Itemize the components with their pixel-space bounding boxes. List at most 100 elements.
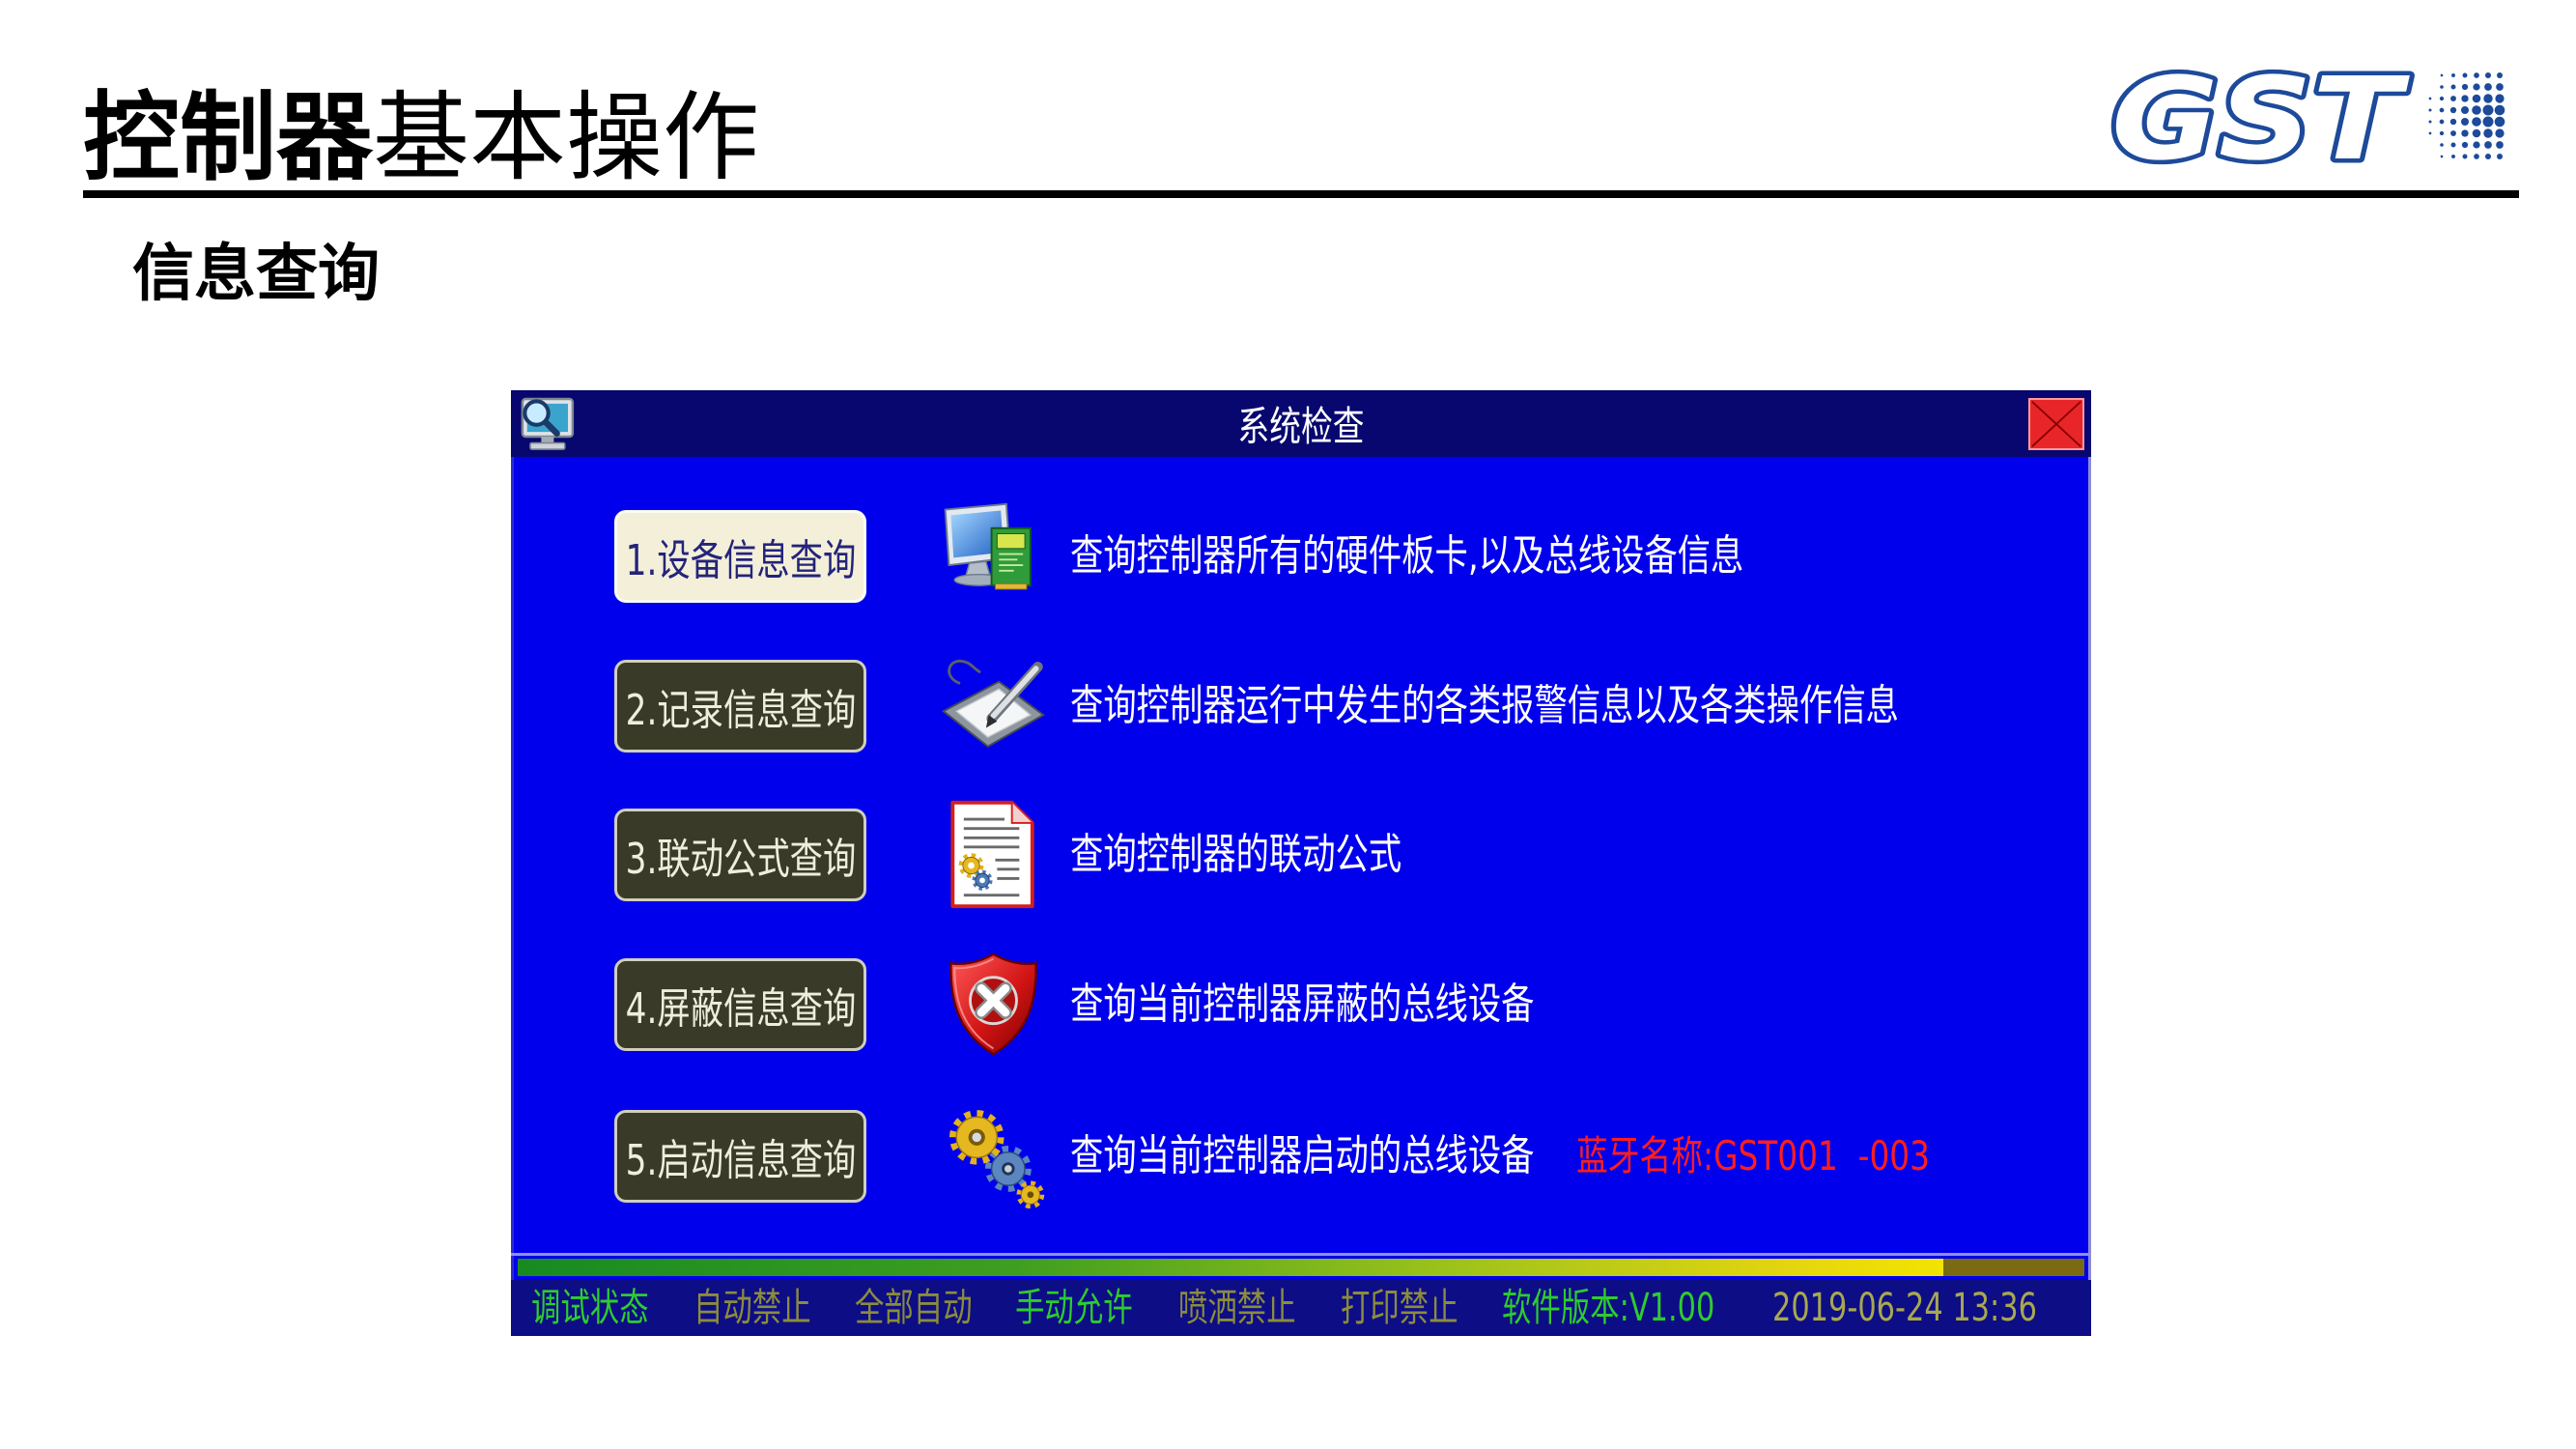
status-software-version: 软件版本:V1.00 <box>1502 1286 1715 1330</box>
shield-x-icon <box>938 949 1049 1060</box>
logo-dot <box>2461 83 2469 91</box>
bluetooth-name: 蓝牙名称:GST001 -003 <box>1576 1132 1930 1179</box>
logo-dot <box>2482 116 2494 128</box>
logo-dot <box>2449 106 2457 114</box>
logo-dot <box>2439 130 2445 136</box>
logo-dot <box>2450 142 2456 148</box>
logo-dot <box>2450 84 2456 90</box>
status-all-auto: 全部自动 <box>855 1286 973 1330</box>
logo-dot <box>2496 71 2504 79</box>
logo-dot <box>2428 120 2432 124</box>
section-subtitle: 信息查询 <box>132 239 380 310</box>
logo-dot <box>2472 94 2481 103</box>
logo-dot <box>2482 104 2494 116</box>
status-manual-allowed: 手动允许 <box>1015 1286 1133 1330</box>
progress-bar <box>518 1259 2084 1276</box>
record-info-query-description: 查询控制器运行中发生的各类报警信息以及各类操作信息 <box>1070 681 1899 730</box>
logo-dot <box>2439 119 2445 125</box>
status-debug-mode: 调试状态 <box>531 1286 649 1330</box>
logo-dot <box>2440 143 2444 147</box>
logo-dot <box>2484 83 2492 91</box>
shield-info-query-label: 4.屏蔽信息查询 <box>625 984 856 1034</box>
shield-info-query-description: 查询当前控制器屏蔽的总线设备 <box>1070 980 1535 1029</box>
record-info-query-button[interactable]: 2.记录信息查询 <box>614 660 866 753</box>
logo-dot <box>2461 118 2469 126</box>
slide-title-bold: 控制器 <box>83 81 373 194</box>
logo-dot <box>2484 71 2492 79</box>
logo-dot <box>2496 153 2504 160</box>
linkage-formula-query-label: 3.联动公式查询 <box>625 835 856 884</box>
slide-title: 控制器基本操作 <box>83 85 759 191</box>
logo-dot <box>2439 107 2445 113</box>
logo-dot <box>2439 96 2445 101</box>
status-divider <box>511 1253 2091 1256</box>
logo-dot <box>2461 129 2469 137</box>
logo-dot <box>2461 141 2469 149</box>
logo-dot <box>2462 154 2468 159</box>
status-auto-disabled: 自动禁止 <box>694 1286 811 1330</box>
gst-logo: GST <box>2108 48 2506 190</box>
logo-dot <box>2474 154 2479 159</box>
device-info-query-description: 查询控制器所有的硬件板卡,以及总线设备信息 <box>1070 531 1744 581</box>
status-spray-disabled: 喷洒禁止 <box>1178 1286 1296 1330</box>
logo-dot <box>2473 141 2480 149</box>
logo-dot <box>2496 83 2504 91</box>
logo-dot <box>2428 97 2432 100</box>
slide-title-regular: 基本操作 <box>373 81 759 194</box>
logo-dot <box>2440 73 2444 77</box>
logo-dot <box>2495 128 2505 138</box>
logo-dot <box>2451 155 2455 158</box>
linkage-formula-query-button[interactable]: 3.联动公式查询 <box>614 809 866 901</box>
start-info-query-button[interactable]: 5.启动信息查询 <box>614 1110 866 1203</box>
status-bar: 调试状态 自动禁止 全部自动 手动允许 喷洒禁止 打印禁止 软件版本:V1.00… <box>511 1280 2091 1336</box>
logo-dot <box>2494 104 2505 116</box>
logo-dot <box>2428 108 2432 112</box>
logo-dot <box>2440 85 2444 89</box>
device-info-query-label: 1.设备信息查询 <box>625 536 856 585</box>
gst-logo-graphic: GST <box>2108 48 2505 190</box>
window-title-area: 系统检查 <box>511 390 2091 457</box>
shield-info-query-button[interactable]: 4.屏蔽信息查询 <box>614 958 866 1051</box>
logo-dots <box>2428 71 2505 160</box>
logo-dot <box>2483 128 2493 138</box>
logo-dot <box>2484 141 2492 149</box>
computer-board-icon <box>938 500 1049 611</box>
status-datetime: 2019-06-24 13:36 <box>1772 1286 2037 1330</box>
logo-dot <box>2494 116 2505 128</box>
logo-dot <box>2461 95 2469 102</box>
logo-dot <box>2450 130 2456 136</box>
start-info-query-description: 查询当前控制器启动的总线设备 <box>1070 1131 1535 1180</box>
logo-dot <box>2449 118 2457 126</box>
logo-dot <box>2451 73 2455 77</box>
window-title: 系统检查 <box>1237 403 1365 450</box>
linkage-formula-query-description: 查询控制器的联动公式 <box>1070 830 1402 879</box>
window-titlebar: 系统检查 <box>511 390 2091 457</box>
close-button[interactable] <box>2028 398 2084 450</box>
logo-dot <box>2450 96 2456 101</box>
gears-icon <box>938 1100 1049 1211</box>
logo-dot <box>2473 83 2480 91</box>
logo-dot <box>2474 72 2479 78</box>
logo-dot <box>2483 94 2493 103</box>
document-gears-icon <box>938 799 1049 910</box>
logo-dot <box>2472 105 2481 115</box>
start-info-query-label: 5.启动信息查询 <box>625 1136 856 1185</box>
logo-dot <box>2496 141 2504 149</box>
logo-dot <box>2462 72 2468 78</box>
logo-dot <box>2440 155 2444 158</box>
logo-text: GST <box>2111 68 2411 168</box>
device-info-query-button[interactable]: 1.设备信息查询 <box>614 510 866 603</box>
logo-dot <box>2472 128 2481 138</box>
status-print-disabled: 打印禁止 <box>1341 1286 1458 1330</box>
title-divider <box>83 190 2519 198</box>
system-check-window: 系统检查 1.设备信息查询 查询控制器所有的硬件板卡,以及总线设备信息 2.记录… <box>511 390 2091 1336</box>
record-info-query-label: 2.记录信息查询 <box>625 686 856 735</box>
logo-dot <box>2495 94 2505 103</box>
logo-dot <box>2484 153 2492 160</box>
pen-tablet-icon <box>938 650 1049 761</box>
logo-dot <box>2428 131 2432 135</box>
progress-fill <box>518 1259 1944 1276</box>
logo-dot <box>2461 106 2469 114</box>
close-icon <box>2031 401 2081 447</box>
logo-dot <box>2472 117 2481 127</box>
